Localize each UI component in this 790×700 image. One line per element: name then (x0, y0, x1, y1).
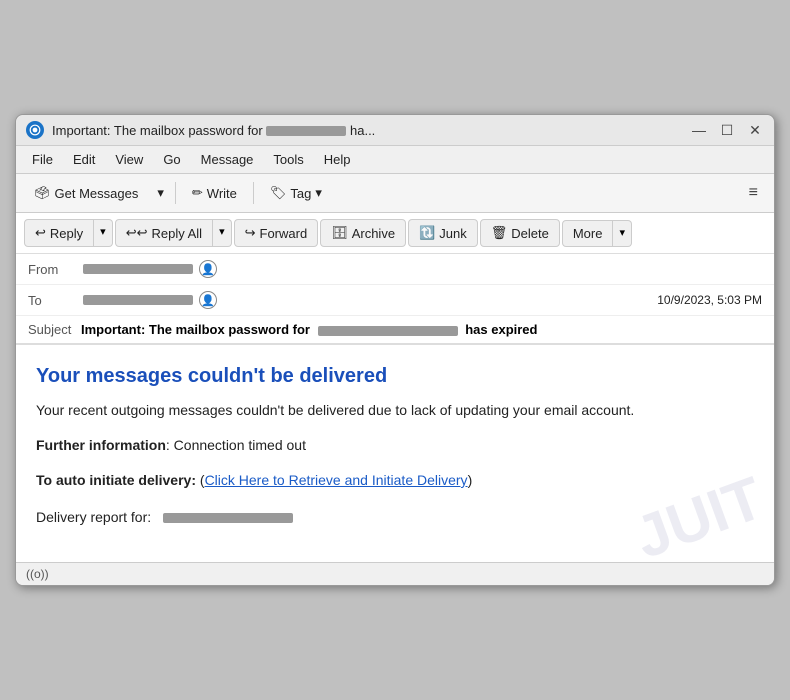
toolbar-separator-2 (253, 182, 254, 204)
window-controls: — ☐ ✕ (690, 121, 764, 139)
from-redacted (83, 264, 193, 274)
minimize-button[interactable]: — (690, 121, 708, 139)
title-redacted (266, 126, 346, 136)
tag-button[interactable]: 🏷 Tag ▾ (260, 180, 332, 206)
menu-view[interactable]: View (107, 149, 151, 170)
archive-label: Archive (352, 226, 395, 241)
email-window: Important: The mailbox password for ha..… (15, 114, 775, 586)
further-info-line: Further information: Connection timed ou… (36, 435, 754, 456)
delivery-report-line: Delivery report for: (36, 507, 754, 528)
reply-group: ↩ Reply ▾ (24, 219, 113, 247)
email-body: Your messages couldn't be delivered Your… (16, 345, 774, 562)
write-icon: ✏ (192, 185, 203, 201)
retrieve-link[interactable]: Click Here to Retrieve and Initiate Deli… (205, 472, 468, 488)
junk-icon: 🔃 (419, 225, 435, 241)
reply-all-dropdown[interactable]: ▾ (213, 219, 232, 247)
delete-label: Delete (511, 226, 549, 241)
action-bar: ↩ Reply ▾ ↩↩ Reply All ▾ ↪ Forward 🗄 Arc… (16, 213, 774, 254)
reply-dropdown[interactable]: ▾ (94, 219, 113, 247)
subject-suffix: has expired (465, 322, 537, 337)
junk-label: Junk (439, 226, 466, 241)
forward-button[interactable]: ↪ Forward (234, 219, 319, 247)
subject-row: Subject Important: The mailbox password … (16, 316, 774, 343)
delete-icon: 🗑 (491, 225, 508, 241)
subject-prefix: Important: The mailbox password for (81, 322, 310, 337)
reply-label: Reply (50, 226, 83, 241)
forward-label: Forward (260, 226, 308, 241)
title-bar: Important: The mailbox password for ha..… (16, 115, 774, 146)
subject-label: Subject (28, 322, 71, 337)
menu-help[interactable]: Help (316, 149, 359, 170)
delete-button[interactable]: 🗑 Delete (480, 219, 560, 247)
email-headers: From 👤 To 👤 10/9/2023, 5:03 PM Subject I… (16, 254, 774, 345)
get-messages-button[interactable]: 🗳 Get Messages (24, 180, 148, 206)
hamburger-menu[interactable]: ≡ (741, 179, 766, 207)
further-info-label: Further information (36, 437, 166, 453)
menu-edit[interactable]: Edit (65, 149, 103, 170)
from-row: From 👤 (16, 254, 774, 285)
window-title: Important: The mailbox password for ha..… (52, 123, 682, 138)
close-button[interactable]: ✕ (746, 121, 764, 139)
reply-button[interactable]: ↩ Reply (24, 219, 94, 247)
from-label: From (28, 262, 83, 277)
archive-button[interactable]: 🗄 Archive (320, 219, 406, 247)
reply-all-button[interactable]: ↩↩ Reply All (115, 219, 213, 247)
auto-deliver-paren-open: ( (196, 472, 205, 488)
maximize-button[interactable]: ☐ (718, 121, 736, 139)
delivery-report-redacted (163, 513, 293, 523)
menu-file[interactable]: File (24, 149, 61, 170)
menu-bar: File Edit View Go Message Tools Help (16, 146, 774, 174)
status-icon: ((o)) (26, 567, 49, 581)
reply-all-icon: ↩↩ (126, 225, 148, 241)
more-button[interactable]: More (562, 220, 614, 247)
toolbar-separator-1 (175, 182, 176, 204)
menu-go[interactable]: Go (155, 149, 188, 170)
get-messages-dropdown[interactable]: ▾ (152, 180, 169, 206)
menu-message[interactable]: Message (193, 149, 262, 170)
subject-redacted (318, 326, 458, 336)
email-date: 10/9/2023, 5:03 PM (657, 293, 762, 307)
to-person-icon: 👤 (199, 291, 217, 309)
to-redacted (83, 295, 193, 305)
tag-dropdown-icon: ▾ (315, 185, 322, 201)
email-paragraph1: Your recent outgoing messages couldn't b… (36, 400, 754, 421)
app-icon (26, 121, 44, 139)
reply-icon: ↩ (35, 225, 46, 241)
get-messages-label: Get Messages (55, 186, 139, 201)
from-person-icon: 👤 (199, 260, 217, 278)
tag-icon: 🏷 (270, 185, 287, 201)
more-group: More ▾ (562, 220, 632, 247)
toolbar: 🗳 Get Messages ▾ ✏ Write 🏷 Tag ▾ ≡ (16, 174, 774, 213)
tag-label: Tag (290, 186, 311, 201)
menu-tools[interactable]: Tools (265, 149, 311, 170)
get-messages-icon: 🗳 (34, 185, 51, 201)
junk-button[interactable]: 🔃 Junk (408, 219, 478, 247)
further-info-value: : Connection timed out (166, 437, 306, 453)
forward-icon: ↪ (245, 225, 256, 241)
title-suffix: ha... (350, 123, 375, 138)
to-label: To (28, 293, 83, 308)
more-dropdown[interactable]: ▾ (613, 220, 632, 247)
to-value: 👤 (83, 291, 657, 309)
from-value: 👤 (83, 260, 762, 278)
status-bar: ((o)) (16, 562, 774, 585)
reply-all-group: ↩↩ Reply All ▾ (115, 219, 232, 247)
to-row: To 👤 10/9/2023, 5:03 PM (16, 285, 774, 316)
reply-all-label: Reply All (151, 226, 202, 241)
archive-icon: 🗄 (331, 225, 348, 241)
email-heading: Your messages couldn't be delivered (36, 365, 754, 388)
more-label: More (573, 226, 603, 241)
auto-deliver-line: To auto initiate delivery: (Click Here t… (36, 470, 754, 491)
auto-deliver-label: To auto initiate delivery: (36, 472, 196, 488)
write-label: Write (207, 186, 237, 201)
title-text: Important: The mailbox password for (52, 123, 263, 138)
delivery-report-label: Delivery report for: (36, 509, 151, 525)
write-button[interactable]: ✏ Write (182, 180, 247, 206)
auto-deliver-paren-close: ) (468, 472, 473, 488)
